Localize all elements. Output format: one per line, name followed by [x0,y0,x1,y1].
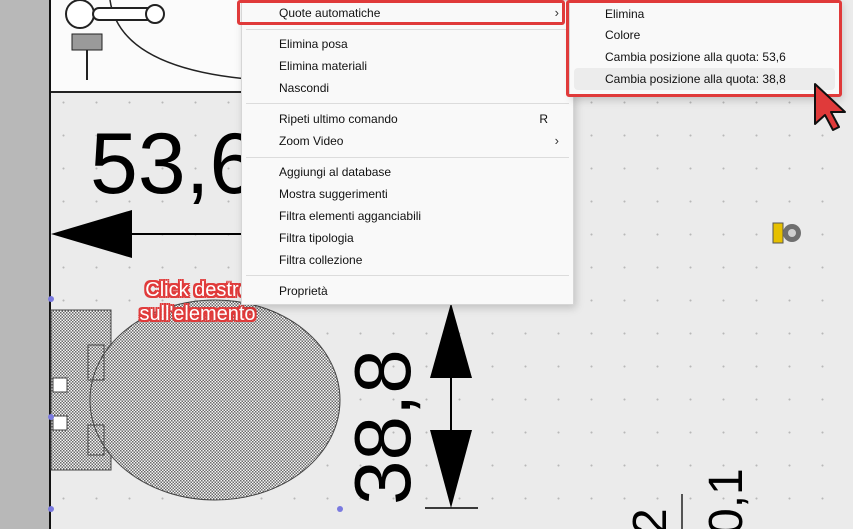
menu-item-label: Zoom Video [279,134,344,148]
dimension-label-bottom-a: 2 [624,508,677,529]
menu-separator [246,157,569,158]
menu-item-label: Filtra elementi agganciabili [279,209,422,223]
menu-item-filtra-elementi-agganciabili[interactable]: Filtra elementi agganciabili [246,205,569,227]
vertical-dimension-arrow[interactable] [425,303,478,509]
menu-item-zoom-video[interactable]: Zoom Video › [246,130,569,152]
context-menu: Quote automatiche › Elimina posa Elimina… [241,0,574,305]
menu-item-ripeti-ultimo-comando[interactable]: Ripeti ultimo comando R [246,108,569,130]
toilet-shape[interactable] [50,299,341,501]
highlight-box-quote-automatiche [237,0,565,25]
chevron-right-icon: › [554,133,559,148]
menu-item-elimina-materiali[interactable]: Elimina materiali [246,55,569,77]
mouse-pointer-icon [814,83,846,131]
light-bulb-icon[interactable] [772,222,801,244]
menu-item-shortcut: R [539,112,548,126]
menu-item-elimina-posa[interactable]: Elimina posa [246,33,569,55]
menu-item-label: Ripeti ultimo comando [279,112,398,126]
menu-item-filtra-collezione[interactable]: Filtra collezione [246,249,569,271]
menu-item-label: Elimina materiali [279,59,368,73]
menu-item-aggiungi-al-database[interactable]: Aggiungi al database [246,161,569,183]
dimension-label-horizontal: 53,6 [90,116,257,212]
menu-separator [246,103,569,104]
annotation-line-2: sull'elemento [139,303,256,325]
dimension-label-bottom-b: 0,1 [700,468,753,529]
menu-item-label: Filtra collezione [279,253,363,267]
menu-separator [246,29,569,30]
menu-item-label: Proprietà [279,284,328,298]
menu-item-label: Nascondi [279,81,330,95]
menu-separator [246,275,569,276]
menu-item-proprieta[interactable]: Proprietà [246,280,569,302]
menu-item-label: Mostra suggerimenti [279,187,388,201]
menu-item-mostra-suggerimenti[interactable]: Mostra suggerimenti [246,183,569,205]
menu-item-label: Elimina posa [279,37,348,51]
horizontal-dimension-arrow[interactable] [51,210,241,258]
menu-item-label: Filtra tipologia [279,231,354,245]
menu-item-label: Aggiungi al database [279,165,392,179]
highlight-box-submenu [566,0,842,97]
dimension-label-vertical: 38,8 [338,349,427,505]
menu-item-filtra-tipologia[interactable]: Filtra tipologia [246,227,569,249]
menu-item-nascondi[interactable]: Nascondi [246,77,569,99]
